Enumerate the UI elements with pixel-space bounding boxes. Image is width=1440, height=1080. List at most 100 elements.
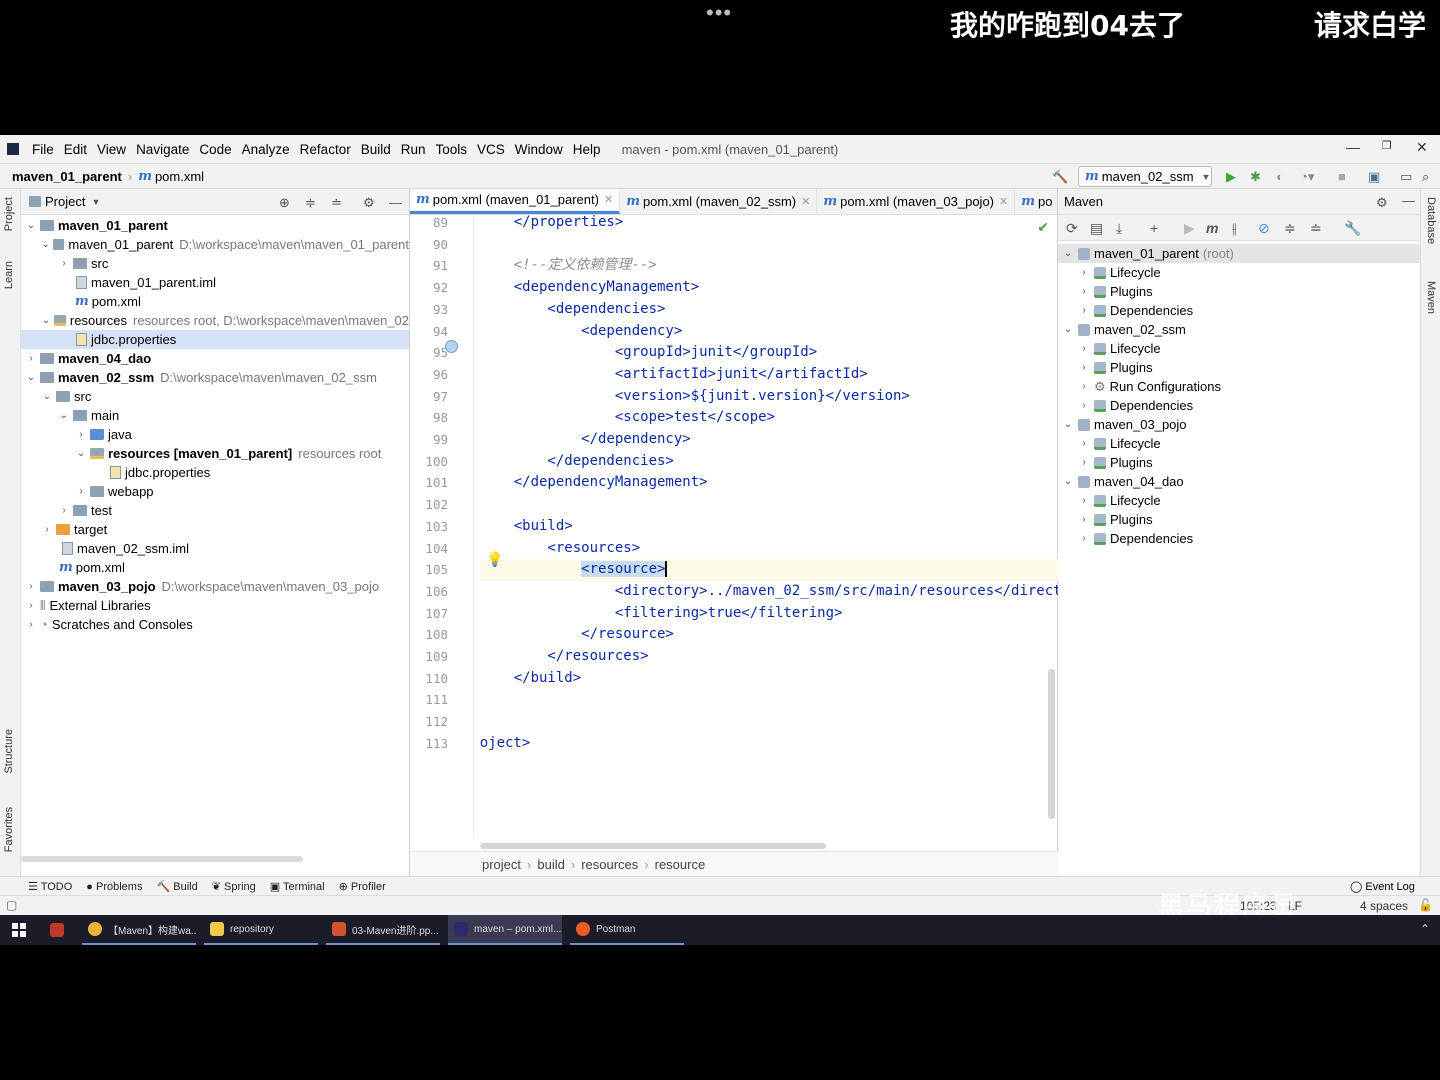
code-line[interactable]: </resources> [480,646,1058,668]
code-line[interactable] [480,234,1058,256]
code-line[interactable]: <version>${junit.version}</version> [480,386,1058,408]
close-tab-icon[interactable]: ✕ [604,193,613,206]
tree-row[interactable]: › java [21,425,409,444]
maven-side-tab[interactable]: Maven [1425,281,1437,314]
restore-icon[interactable]: ❐ [1382,139,1392,152]
windows-start-icon[interactable] [12,923,26,937]
menu-run[interactable]: Run [396,142,431,157]
maven-row[interactable]: ⌄ maven_02_ssm [1058,320,1420,339]
code-line[interactable]: <artifactId>junit</artifactId> [480,364,1058,386]
chevron-right-icon[interactable]: › [25,581,37,592]
more-dots-icon[interactable]: ••• [706,2,732,24]
profile-icon[interactable]: ◔▾ [1300,169,1314,185]
breadcrumb-project[interactable]: project [482,857,521,872]
chevron-down-icon[interactable]: ⌄ [1062,248,1074,259]
tab-pom-partial[interactable]: m po [1015,189,1057,214]
maven-row[interactable]: › Lifecycle [1058,491,1420,510]
code-line[interactable]: <groupId>junit</groupId> [480,342,1058,364]
tree-row[interactable]: maven_01_parent.iml [21,273,409,292]
favorites-side-tab[interactable]: Favorites [3,807,15,852]
maven-row[interactable]: › Plugins [1058,453,1420,472]
code-line[interactable] [480,494,1058,516]
code-line[interactable]: <resources> [480,538,1058,560]
expand-all-icon[interactable]: ≑ [305,195,316,211]
run-config-select[interactable]: m maven_02_ssm ▼ [1078,166,1212,187]
chevron-down-icon[interactable]: ⌄ [25,372,37,383]
tree-row[interactable]: m pom.xml [21,558,409,577]
maven-row[interactable]: › Plugins [1058,282,1420,301]
maven-row[interactable]: › ⚙ Run Configurations [1058,377,1420,396]
breadcrumb-build[interactable]: build [537,857,564,872]
code-line[interactable]: </properties> [480,215,1058,234]
chevron-down-icon[interactable]: ⌄ [1062,324,1074,335]
minimize-icon[interactable]: — [1346,139,1360,155]
project-structure-icon[interactable]: ▣ [1368,169,1380,185]
tree-row[interactable]: ⌄ maven_01_parent [21,216,409,235]
taskbar-postman[interactable]: Postman [570,915,684,945]
no-problems-check-icon[interactable]: ✔ [1037,219,1049,236]
menu-view[interactable]: View [92,142,131,157]
tree-row[interactable]: › test [21,501,409,520]
chevron-right-icon[interactable]: › [25,600,37,611]
chevron-down-icon[interactable]: ⌄ [1062,476,1074,487]
window-toggle-icon[interactable]: ▢ [6,898,17,912]
tree-row-selected[interactable]: jdbc.properties [21,330,409,349]
maven-row[interactable]: › Lifecycle [1058,339,1420,358]
chevron-down-icon[interactable]: ⌄ [25,220,37,231]
tree-row[interactable]: ⌄ maven_01_parent D:\workspace\maven\mav… [21,235,410,254]
spring-tool-button[interactable]: ❦ Spring [212,880,256,893]
maven-row[interactable]: › Plugins [1058,358,1420,377]
breadcrumb-resources[interactable]: resources [581,857,638,872]
lock-icon[interactable]: 🔓 [1418,898,1433,912]
code-line[interactable]: </dependencyManagement> [480,472,1058,494]
maven-row[interactable]: › Dependencies [1058,301,1420,320]
chevron-right-icon[interactable]: › [58,505,70,516]
generate-sources-icon[interactable]: ▤ [1090,220,1103,237]
code-line[interactable] [480,689,1058,711]
code-comment-line[interactable]: <!--定义依赖管理--> [480,255,1058,277]
chevron-right-icon[interactable]: › [1078,495,1090,506]
maven-row[interactable]: ⌄ maven_01_parent (root) [1058,244,1420,263]
tab-pom-parent[interactable]: m pom.xml (maven_01_parent) ✕ [410,189,621,214]
chevron-right-icon[interactable]: › [41,524,53,535]
code-line[interactable]: <scope>test</scope> [480,407,1058,429]
event-log-button[interactable]: ◯ Event Log [1350,880,1415,893]
menu-navigate[interactable]: Navigate [131,142,194,157]
chevron-down-icon[interactable]: ⌄ [1062,419,1074,430]
add-icon[interactable]: + [1150,220,1158,236]
chevron-right-icon[interactable]: › [1078,343,1090,354]
gear-icon[interactable]: ⚙ [363,195,375,211]
tree-row[interactable]: › webapp [21,482,409,501]
code-line[interactable]: <dependencies> [480,299,1058,321]
tree-row[interactable]: ⌄ main [21,406,409,425]
menu-vcs[interactable]: VCS [472,142,510,157]
tree-row[interactable]: › src [21,254,409,273]
todo-tool-button[interactable]: ☰ TODO [28,880,72,893]
taskbar-chrome[interactable]: 【Maven】构建wa... [82,915,196,945]
chevron-right-icon[interactable]: › [1078,286,1090,297]
tree-row[interactable]: ⌄ src [21,387,409,406]
code-line[interactable]: <dependency> [480,321,1058,343]
lightbulb-icon[interactable]: 💡 [486,551,503,568]
tree-row[interactable]: › target [21,520,409,539]
project-side-tab[interactable]: Project [3,197,15,231]
chevron-right-icon[interactable]: › [58,258,70,269]
maven-row[interactable]: › Lifecycle [1058,434,1420,453]
chevron-down-icon[interactable]: ⌄ [75,448,87,459]
layout-icon[interactable]: ▭ [1400,169,1412,185]
code-line[interactable]: <directory>../maven_02_ssm/src/main/reso… [480,581,1058,603]
maven-row[interactable]: › Dependencies [1058,529,1420,548]
structure-side-tab[interactable]: Structure [3,729,15,774]
maven-row[interactable]: › Lifecycle [1058,263,1420,282]
project-panel-title[interactable]: Project [45,194,85,209]
tab-pom-ssm[interactable]: m pom.xml (maven_02_ssm) ✕ [620,189,818,214]
tree-row[interactable]: › ⫴ External Libraries [21,596,409,615]
maven-row[interactable]: ⌄ maven_04_dao [1058,472,1420,491]
close-tab-icon[interactable]: ✕ [999,195,1008,208]
coverage-icon[interactable]: ◐ [1276,169,1284,184]
menu-code[interactable]: Code [194,142,236,157]
hide-icon[interactable]: — [1402,193,1415,208]
hide-icon[interactable]: — [389,195,402,210]
code-line[interactable]: </dependency> [480,429,1058,451]
database-side-tab[interactable]: Database [1425,197,1437,244]
